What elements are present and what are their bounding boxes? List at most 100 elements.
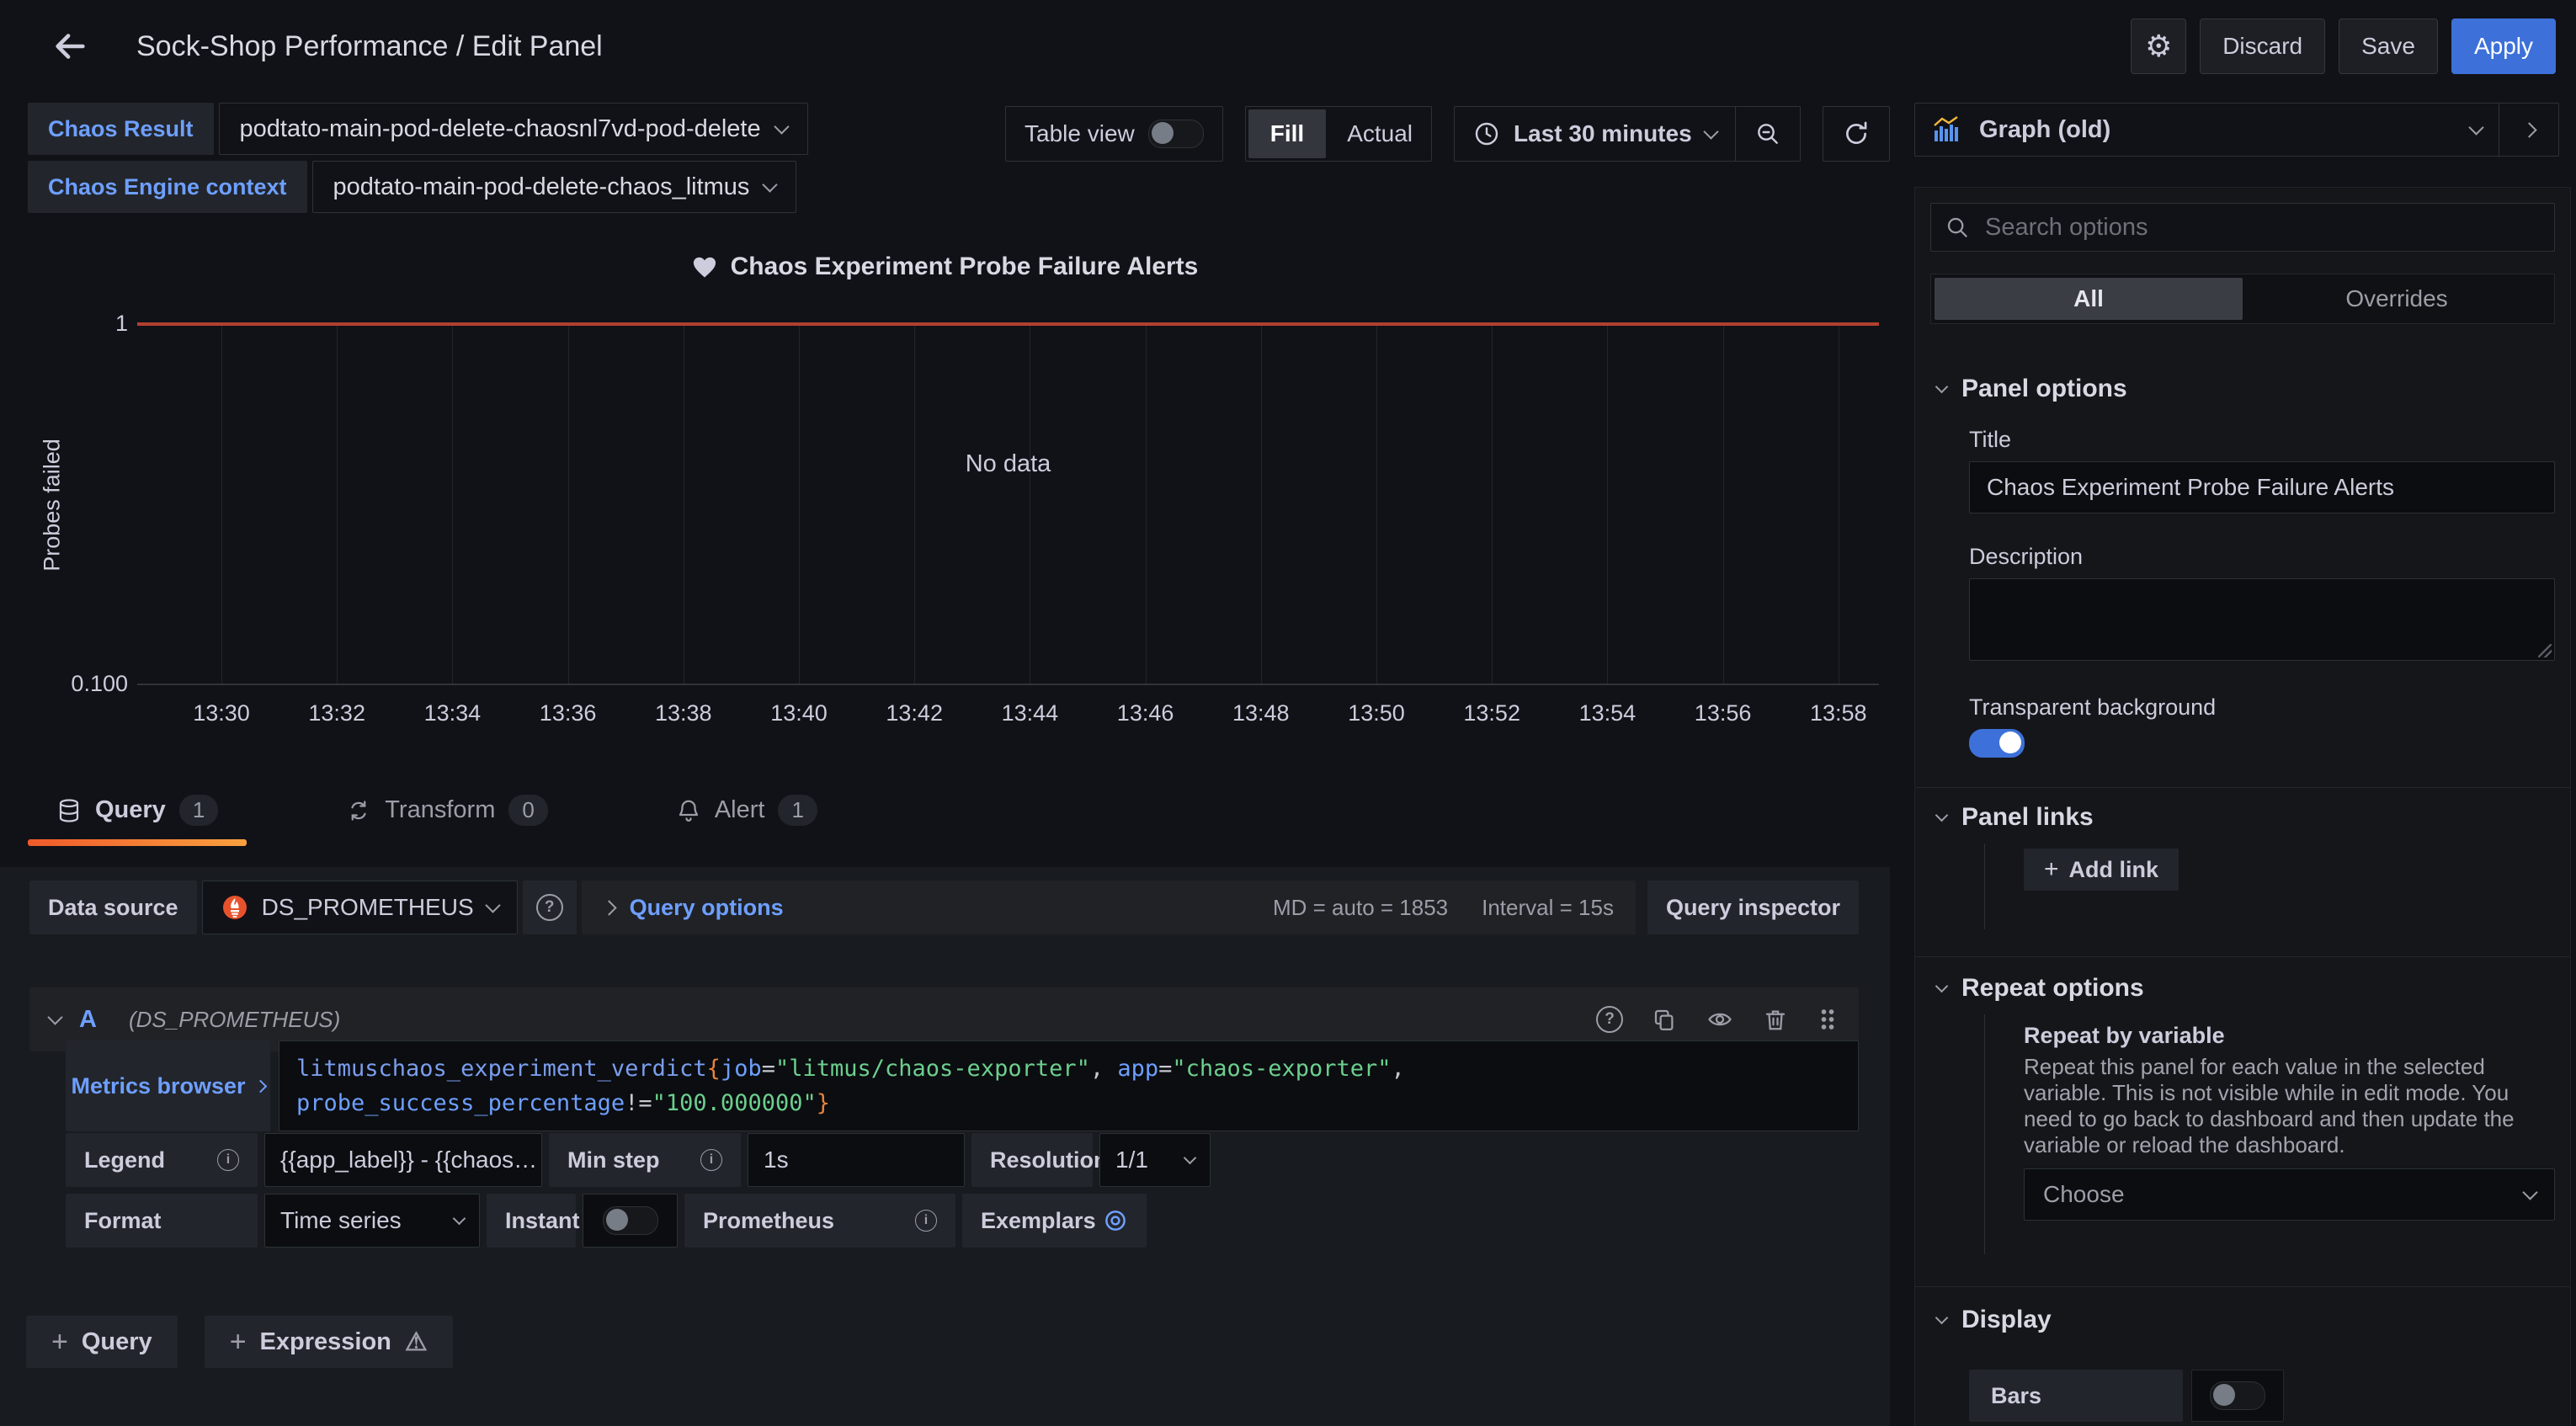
data-source-picker[interactable]: DS_PROMETHEUS: [202, 881, 518, 934]
graph-viz-icon: [1932, 115, 1964, 144]
tab-transform[interactable]: Transform 0: [317, 788, 577, 846]
editor-tabs: Query 1 Transform 0 Alert 1: [28, 788, 846, 846]
visualization-name: Graph (old): [1979, 116, 2110, 144]
tab-all[interactable]: All: [1935, 278, 2243, 320]
section-panel-options[interactable]: Panel options: [1930, 375, 2555, 403]
options-search[interactable]: [1930, 203, 2555, 252]
actual-button[interactable]: Actual: [1328, 107, 1431, 161]
data-source-help-button[interactable]: ?: [523, 881, 577, 934]
variable-value: podtato-main-pod-delete-chaos_litmus: [333, 173, 750, 201]
x-axis-tick: 13:50: [1317, 700, 1435, 726]
bars-toggle[interactable]: [2210, 1381, 2265, 1410]
dashboard-variables: Chaos Result podtato-main-pod-delete-cha…: [28, 103, 808, 213]
duplicate-icon[interactable]: [1652, 1007, 1677, 1032]
variable-chaos-result: Chaos Result podtato-main-pod-delete-cha…: [28, 103, 808, 155]
bars-toggle-box: [2191, 1370, 2284, 1422]
query-options-bar[interactable]: Query options MD = auto = 1853 Interval …: [582, 881, 1636, 934]
eye-icon[interactable]: [1706, 1007, 1734, 1032]
tab-badge: 1: [179, 795, 218, 826]
query-editor-panel: Data source DS_PROMETHEUS ? Query option…: [0, 867, 1890, 1426]
legend-options-row: Legend i {{app_label}} - {{chaos… Min st…: [66, 1133, 1211, 1187]
info-icon: i: [915, 1210, 937, 1232]
panel-description-textarea[interactable]: [1969, 578, 2555, 661]
trash-icon[interactable]: [1763, 1007, 1788, 1032]
time-range-button[interactable]: Last 30 minutes: [1455, 107, 1735, 161]
zoom-out-button[interactable]: [1736, 107, 1800, 161]
add-link-button[interactable]: + Add link: [2024, 849, 2179, 891]
tab-badge: 1: [778, 795, 817, 826]
query-inspector-button[interactable]: Query inspector: [1647, 881, 1859, 934]
chevron-down-icon: [763, 177, 778, 192]
fill-actual-group: Fill Actual: [1245, 106, 1432, 162]
editor-actions: + Query + Expression ⚠: [26, 1316, 453, 1368]
resolution-select[interactable]: 1/1: [1099, 1133, 1211, 1187]
fill-button[interactable]: Fill: [1248, 109, 1326, 158]
chevron-down-icon: [453, 1212, 466, 1226]
panel-title-input[interactable]: [1985, 473, 2539, 502]
format-select[interactable]: Time series: [264, 1194, 480, 1248]
section-repeat-options[interactable]: Repeat options: [1930, 974, 2555, 1003]
refresh-button[interactable]: [1823, 107, 1889, 161]
instant-toggle-box: [583, 1194, 678, 1248]
tab-alert[interactable]: Alert 1: [647, 788, 846, 846]
tab-overrides[interactable]: Overrides: [2243, 278, 2551, 320]
min-step-chip: Min step i: [549, 1133, 741, 1187]
add-query-button[interactable]: + Query: [26, 1316, 178, 1368]
drag-handle-icon[interactable]: [1817, 1007, 1839, 1032]
graph-plot-area[interactable]: No data: [137, 324, 1879, 685]
refresh-group: [1823, 106, 1890, 162]
chevron-down-icon: [1935, 809, 1949, 822]
query-expression-row: Metrics browser litmuschaos_experiment_v…: [66, 1040, 1859, 1131]
tab-query[interactable]: Query 1: [28, 788, 247, 846]
x-axis-tick: 13:54: [1548, 700, 1666, 726]
save-button[interactable]: Save: [2339, 19, 2438, 74]
chevron-down-icon: [1184, 1152, 1197, 1165]
variable-value-dropdown[interactable]: podtato-main-pod-delete-chaos_litmus: [312, 161, 797, 213]
discard-button[interactable]: Discard: [2200, 19, 2325, 74]
query-ref-id: A: [79, 1006, 97, 1034]
plus-icon: +: [51, 1326, 68, 1359]
exemplars-icon[interactable]: [1103, 1208, 1128, 1233]
search-icon: [1945, 215, 1970, 240]
instant-chip: Instant: [487, 1194, 576, 1248]
query-help-icon[interactable]: ?: [1596, 1006, 1623, 1033]
prometheus-icon: [221, 894, 248, 921]
y-axis-label: Probes failed: [40, 439, 66, 572]
legend-label-chip: Legend i: [66, 1133, 258, 1187]
panel-options-pane: All Overrides Panel options Title Descri…: [1914, 187, 2571, 1426]
time-range-label: Last 30 minutes: [1514, 120, 1692, 147]
promql-expression-input[interactable]: litmuschaos_experiment_verdict{job="litm…: [279, 1040, 1859, 1131]
x-axis-tick: 13:32: [278, 700, 396, 726]
gear-icon: ⚙: [2145, 29, 2172, 64]
database-icon: [56, 798, 82, 823]
warning-icon: ⚠: [405, 1328, 428, 1357]
section-header-label: Panel links: [1961, 803, 2094, 832]
format-chip: Format: [66, 1194, 258, 1248]
options-search-input[interactable]: [1983, 213, 2541, 242]
table-view-label: Table view: [1025, 120, 1135, 147]
chevron-down-icon: [1935, 980, 1949, 993]
legend-format-input[interactable]: {{app_label}} - {{chaos…: [264, 1133, 542, 1187]
data-source-row: Data source DS_PROMETHEUS ? Query option…: [29, 881, 1859, 934]
add-query-label: Query: [82, 1328, 152, 1356]
panel-title-text: Chaos Experiment Probe Failure Alerts: [731, 253, 1199, 281]
min-step-input[interactable]: 1s: [748, 1133, 965, 1187]
tab-label: Alert: [715, 796, 765, 824]
visualization-select[interactable]: Graph (old): [1915, 104, 2499, 156]
repeat-variable-select[interactable]: Choose: [2024, 1168, 2555, 1221]
add-expression-button[interactable]: + Expression ⚠: [205, 1316, 453, 1368]
instant-toggle[interactable]: [603, 1206, 658, 1235]
repeat-by-variable-label: Repeat by variable: [2024, 1023, 2555, 1049]
variable-value-dropdown[interactable]: podtato-main-pod-delete-chaosnl7vd-pod-d…: [219, 103, 808, 155]
panel-title-input-wrap: [1969, 461, 2555, 513]
toggle-viz-pane-button[interactable]: [2499, 104, 2558, 156]
section-display[interactable]: Display: [1930, 1306, 2555, 1334]
transparent-bg-toggle[interactable]: [1969, 729, 2025, 758]
back-arrow-icon[interactable]: [51, 27, 89, 66]
section-panel-links[interactable]: Panel links: [1930, 803, 2555, 832]
table-view-toggle[interactable]: [1148, 120, 1204, 148]
settings-button[interactable]: ⚙: [2131, 19, 2186, 74]
apply-button[interactable]: Apply: [2451, 19, 2556, 74]
metrics-browser-button[interactable]: Metrics browser: [66, 1040, 270, 1131]
x-axis-tick: 13:36: [509, 700, 627, 726]
